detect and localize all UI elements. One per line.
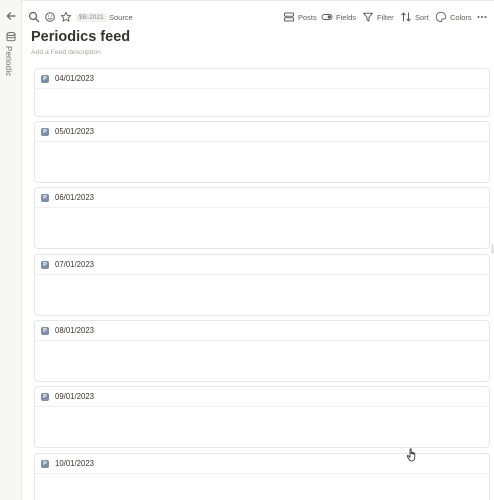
page-type-icon: P: [41, 459, 49, 468]
back-arrow-icon[interactable]: [4, 9, 18, 23]
feed-card[interactable]: P 10/01/2023: [34, 453, 490, 500]
filter-icon: [363, 12, 373, 22]
posts-button[interactable]: Posts: [283, 10, 317, 24]
feed-card[interactable]: P 08/01/2023: [34, 320, 490, 382]
source-link[interactable]: Source: [109, 10, 133, 24]
card-title[interactable]: 07/01/2023: [55, 260, 94, 269]
page-type-icon: P: [41, 74, 49, 83]
posts-label: Posts: [298, 12, 317, 22]
more-options-button[interactable]: [476, 10, 488, 24]
emoji-button[interactable]: [44, 10, 56, 24]
app-window: Periodic $B-2021 Source Posts Fields Fil…: [0, 0, 494, 500]
smiley-icon: [45, 12, 55, 22]
search-icon: [28, 11, 40, 23]
card-header: P 08/01/2023: [35, 321, 489, 341]
feed-card[interactable]: P 09/01/2023: [34, 386, 490, 448]
card-title[interactable]: 06/01/2023: [55, 193, 94, 202]
record-id-badge[interactable]: $B-2021: [76, 10, 107, 24]
sort-label: Sort: [415, 12, 429, 22]
card-title[interactable]: 09/01/2023: [55, 392, 94, 401]
card-header: P 10/01/2023: [35, 454, 489, 474]
hand-cursor-icon: [406, 448, 416, 462]
page-type-icon: P: [41, 392, 49, 401]
posts-icon: [284, 12, 294, 22]
star-icon: [60, 11, 72, 22]
card-title[interactable]: 05/01/2023: [55, 127, 94, 136]
feed-description[interactable]: Add a Feed description: [31, 49, 101, 56]
feed-card[interactable]: P 05/01/2023: [34, 121, 490, 183]
palette-icon: [435, 11, 447, 23]
filter-button[interactable]: Filter: [362, 10, 394, 24]
toolbar: $B-2021 Source Posts Fields Filter Sort …: [22, 0, 494, 32]
sort-button[interactable]: Sort: [400, 10, 429, 24]
sidebar-label-periodic[interactable]: Periodic: [4, 46, 13, 77]
sort-icon: [401, 12, 411, 22]
source-label: Source: [109, 12, 133, 22]
record-id: $B-2021: [76, 12, 107, 22]
page-type-icon: P: [41, 326, 49, 335]
filter-label: Filter: [377, 12, 394, 22]
toggle-icon: [321, 14, 333, 20]
page-type-icon: P: [41, 193, 49, 202]
card-title[interactable]: 10/01/2023: [55, 459, 94, 468]
card-header: P 05/01/2023: [35, 122, 489, 142]
colors-button[interactable]: Colors: [435, 10, 472, 24]
page-title[interactable]: Periodics feed: [31, 29, 130, 45]
fields-label: Fields: [336, 12, 357, 22]
card-title[interactable]: 04/01/2023: [55, 74, 94, 83]
database-icon: [6, 32, 16, 42]
colors-label: Colors: [450, 12, 472, 22]
favorite-button[interactable]: [60, 10, 72, 24]
card-header: P 09/01/2023: [35, 387, 489, 407]
fields-button[interactable]: Fields: [321, 10, 356, 24]
more-icon: [477, 16, 487, 18]
card-header: P 07/01/2023: [35, 255, 489, 275]
feed-card[interactable]: P 04/01/2023: [34, 68, 490, 117]
feed-card[interactable]: P 06/01/2023: [34, 187, 490, 249]
search-button[interactable]: [28, 10, 40, 24]
card-header: P 04/01/2023: [35, 69, 489, 89]
page-type-icon: P: [41, 260, 49, 269]
card-title[interactable]: 08/01/2023: [55, 326, 94, 335]
left-rail: Periodic: [0, 0, 22, 500]
page-type-icon: P: [41, 127, 49, 136]
feed-card[interactable]: P 07/01/2023: [34, 254, 490, 316]
card-header: P 06/01/2023: [35, 188, 489, 208]
